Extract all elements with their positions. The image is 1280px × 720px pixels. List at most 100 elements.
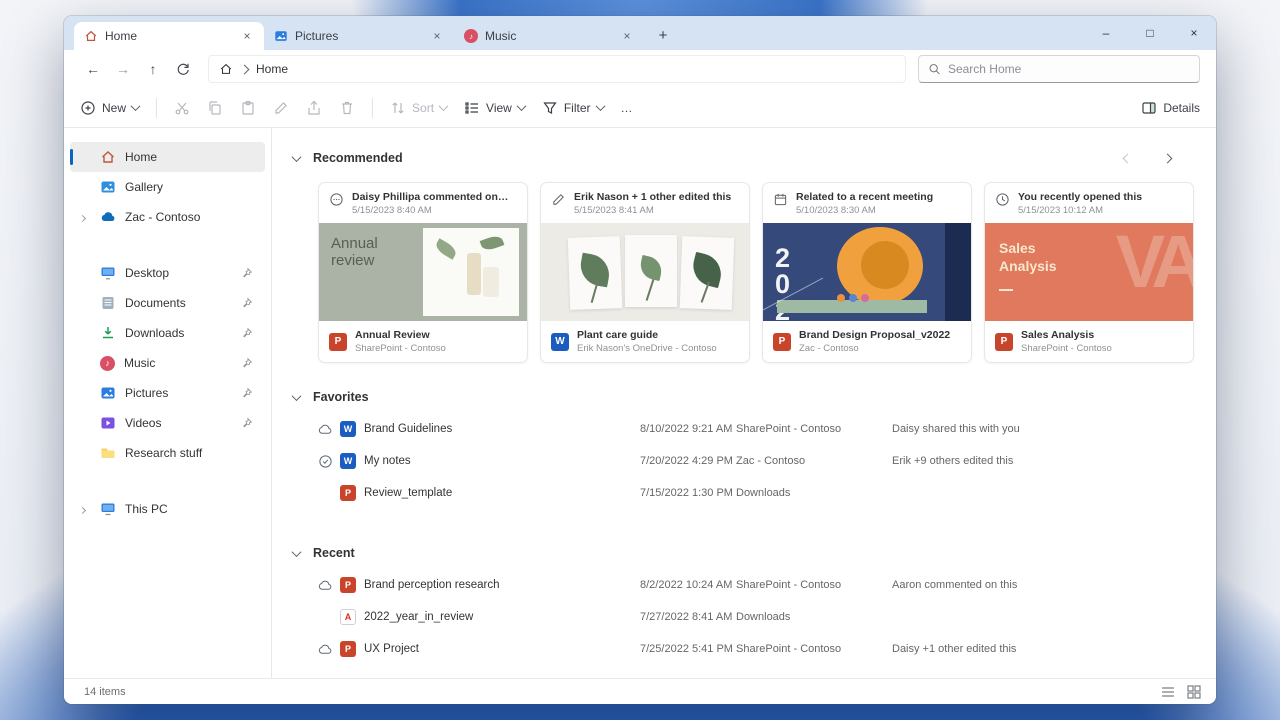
sidebar-item-onedrive[interactable]: Zac - Contoso: [70, 202, 265, 232]
file-row[interactable]: W Brand Guidelines 8/10/2022 9:21 AM Sha…: [318, 413, 1196, 445]
sidebar-item-this-pc[interactable]: This PC: [70, 494, 265, 524]
pictures-icon: [100, 385, 116, 401]
tab-close-button[interactable]: ×: [428, 27, 446, 45]
filter-button[interactable]: Filter: [542, 100, 604, 116]
breadcrumb[interactable]: Home: [208, 55, 906, 83]
copy-button[interactable]: [207, 100, 223, 116]
file-row[interactable]: W My notes 7/20/2022 4:29 PM Zac - Conto…: [318, 445, 1196, 477]
recent-header[interactable]: Recent: [293, 546, 1196, 560]
file-row[interactable]: P Review_template 7/15/2022 1:30 PM Down…: [318, 477, 1196, 509]
details-pane-icon: [1141, 100, 1157, 116]
sidebar-item-label: Home: [125, 150, 157, 164]
favorites-header[interactable]: Favorites: [293, 390, 1196, 404]
close-button[interactable]: ×: [1172, 16, 1216, 50]
minimize-button[interactable]: –: [1084, 16, 1128, 50]
tab-close-button[interactable]: ×: [238, 27, 256, 45]
tab-close-button[interactable]: ×: [618, 27, 636, 45]
sidebar-item-label: Pictures: [125, 386, 168, 400]
file-row[interactable]: A 2022_year_in_review 7/27/2022 8:41 AM …: [318, 601, 1196, 633]
search-input[interactable]: [948, 62, 1190, 76]
file-name: Brand perception research: [364, 579, 640, 591]
file-location: Downloads: [736, 611, 892, 623]
recommended-card[interactable]: Related to a recent meeting 5/10/2023 8:…: [762, 182, 972, 363]
list-view-toggle[interactable]: [1160, 684, 1176, 700]
new-button[interactable]: New: [80, 100, 139, 116]
chevron-down-icon: [131, 101, 141, 111]
divider: [156, 98, 157, 118]
file-location: SharePoint - Contoso: [736, 643, 892, 655]
large-icons-view-toggle[interactable]: [1186, 684, 1202, 700]
details-label: Details: [1163, 101, 1200, 115]
cut-button[interactable]: [174, 100, 190, 116]
filter-icon: [542, 100, 558, 116]
refresh-icon: [175, 61, 191, 77]
home-location-icon: [219, 62, 233, 76]
word-file-icon: W: [340, 453, 356, 469]
card-activity: Daisy Phillipa commented on…: [352, 191, 508, 203]
file-location: Downloads: [736, 487, 892, 499]
sidebar-item-music[interactable]: ♪ Music: [70, 348, 265, 378]
file-location: SharePoint - Contoso: [736, 423, 892, 435]
pictures-icon: [274, 29, 288, 43]
more-options-button[interactable]: …: [621, 101, 633, 115]
card-date: 5/15/2023 10:12 AM: [1018, 205, 1142, 216]
sidebar-item-pictures[interactable]: Pictures: [70, 378, 265, 408]
maximize-button[interactable]: □: [1128, 16, 1172, 50]
chevron-down-icon: [292, 547, 302, 557]
sidebar-item-label: This PC: [125, 502, 168, 516]
items-count: 14 items: [84, 686, 126, 698]
sidebar-item-research-stuff[interactable]: Research stuff: [70, 438, 265, 468]
card-thumbnail: 2022: [763, 223, 971, 321]
section-title: Recent: [313, 546, 355, 560]
sidebar-item-label: Gallery: [125, 180, 163, 194]
rename-button[interactable]: [273, 100, 289, 116]
refresh-button[interactable]: [168, 54, 198, 84]
recommended-card[interactable]: Daisy Phillipa commented on… 5/15/2023 8…: [318, 182, 528, 363]
search-icon: [928, 62, 941, 76]
file-row[interactable]: P Brand perception research 8/2/2022 10:…: [318, 569, 1196, 601]
up-button[interactable]: ↑: [138, 54, 168, 84]
sidebar-item-documents[interactable]: Documents: [70, 288, 265, 318]
desktop-icon: [100, 265, 116, 281]
recommended-header[interactable]: Recommended: [293, 151, 1196, 165]
sidebar-item-home[interactable]: Home: [70, 142, 265, 172]
tab-home[interactable]: Home ×: [74, 22, 264, 50]
recommended-card[interactable]: You recently opened this 5/15/2023 10:12…: [984, 182, 1194, 363]
file-activity: Aaron commented on this: [892, 579, 1196, 591]
folder-icon: [100, 445, 116, 461]
carousel-next-button[interactable]: [1160, 151, 1174, 165]
file-row[interactable]: P UX Project 7/25/2022 5:41 PM SharePoin…: [318, 633, 1196, 665]
file-location: SharePoint - Contoso: [736, 579, 892, 591]
delete-button[interactable]: [339, 100, 355, 116]
back-button[interactable]: ←: [78, 54, 108, 84]
cloud-status-icon: [318, 642, 333, 657]
status-bar: 14 items: [64, 678, 1216, 704]
sidebar-item-desktop[interactable]: Desktop: [70, 258, 265, 288]
copy-icon: [207, 100, 223, 116]
tab-music[interactable]: ♪ Music ×: [454, 22, 644, 50]
forward-button[interactable]: →: [108, 54, 138, 84]
chevron-down-icon: [595, 101, 605, 111]
view-button[interactable]: View: [464, 100, 525, 116]
sidebar-item-gallery[interactable]: Gallery: [70, 172, 265, 202]
tab-pictures[interactable]: Pictures ×: [264, 22, 454, 50]
sort-button[interactable]: Sort: [390, 100, 447, 116]
card-file-name: Plant care guide: [577, 329, 717, 341]
carousel-prev-button[interactable]: [1120, 151, 1134, 165]
sidebar-item-videos[interactable]: Videos: [70, 408, 265, 438]
cut-icon: [174, 100, 190, 116]
window-controls: – □ ×: [1084, 16, 1216, 50]
file-date: 7/20/2022 4:29 PM: [640, 455, 736, 467]
onedrive-cloud-icon: [100, 209, 116, 225]
paste-button[interactable]: [240, 100, 256, 116]
share-button[interactable]: [306, 100, 322, 116]
card-date: 5/10/2023 8:30 AM: [796, 205, 933, 216]
search-box[interactable]: [918, 55, 1200, 83]
chevron-down-icon: [292, 152, 302, 162]
view-icon: [464, 100, 480, 116]
card-file-location: Zac - Contoso: [799, 343, 950, 354]
sidebar-item-downloads[interactable]: Downloads: [70, 318, 265, 348]
new-tab-button[interactable]: +: [650, 22, 676, 48]
recommended-card[interactable]: Erik Nason + 1 other edited this 5/15/20…: [540, 182, 750, 363]
details-button[interactable]: Details: [1141, 100, 1200, 116]
